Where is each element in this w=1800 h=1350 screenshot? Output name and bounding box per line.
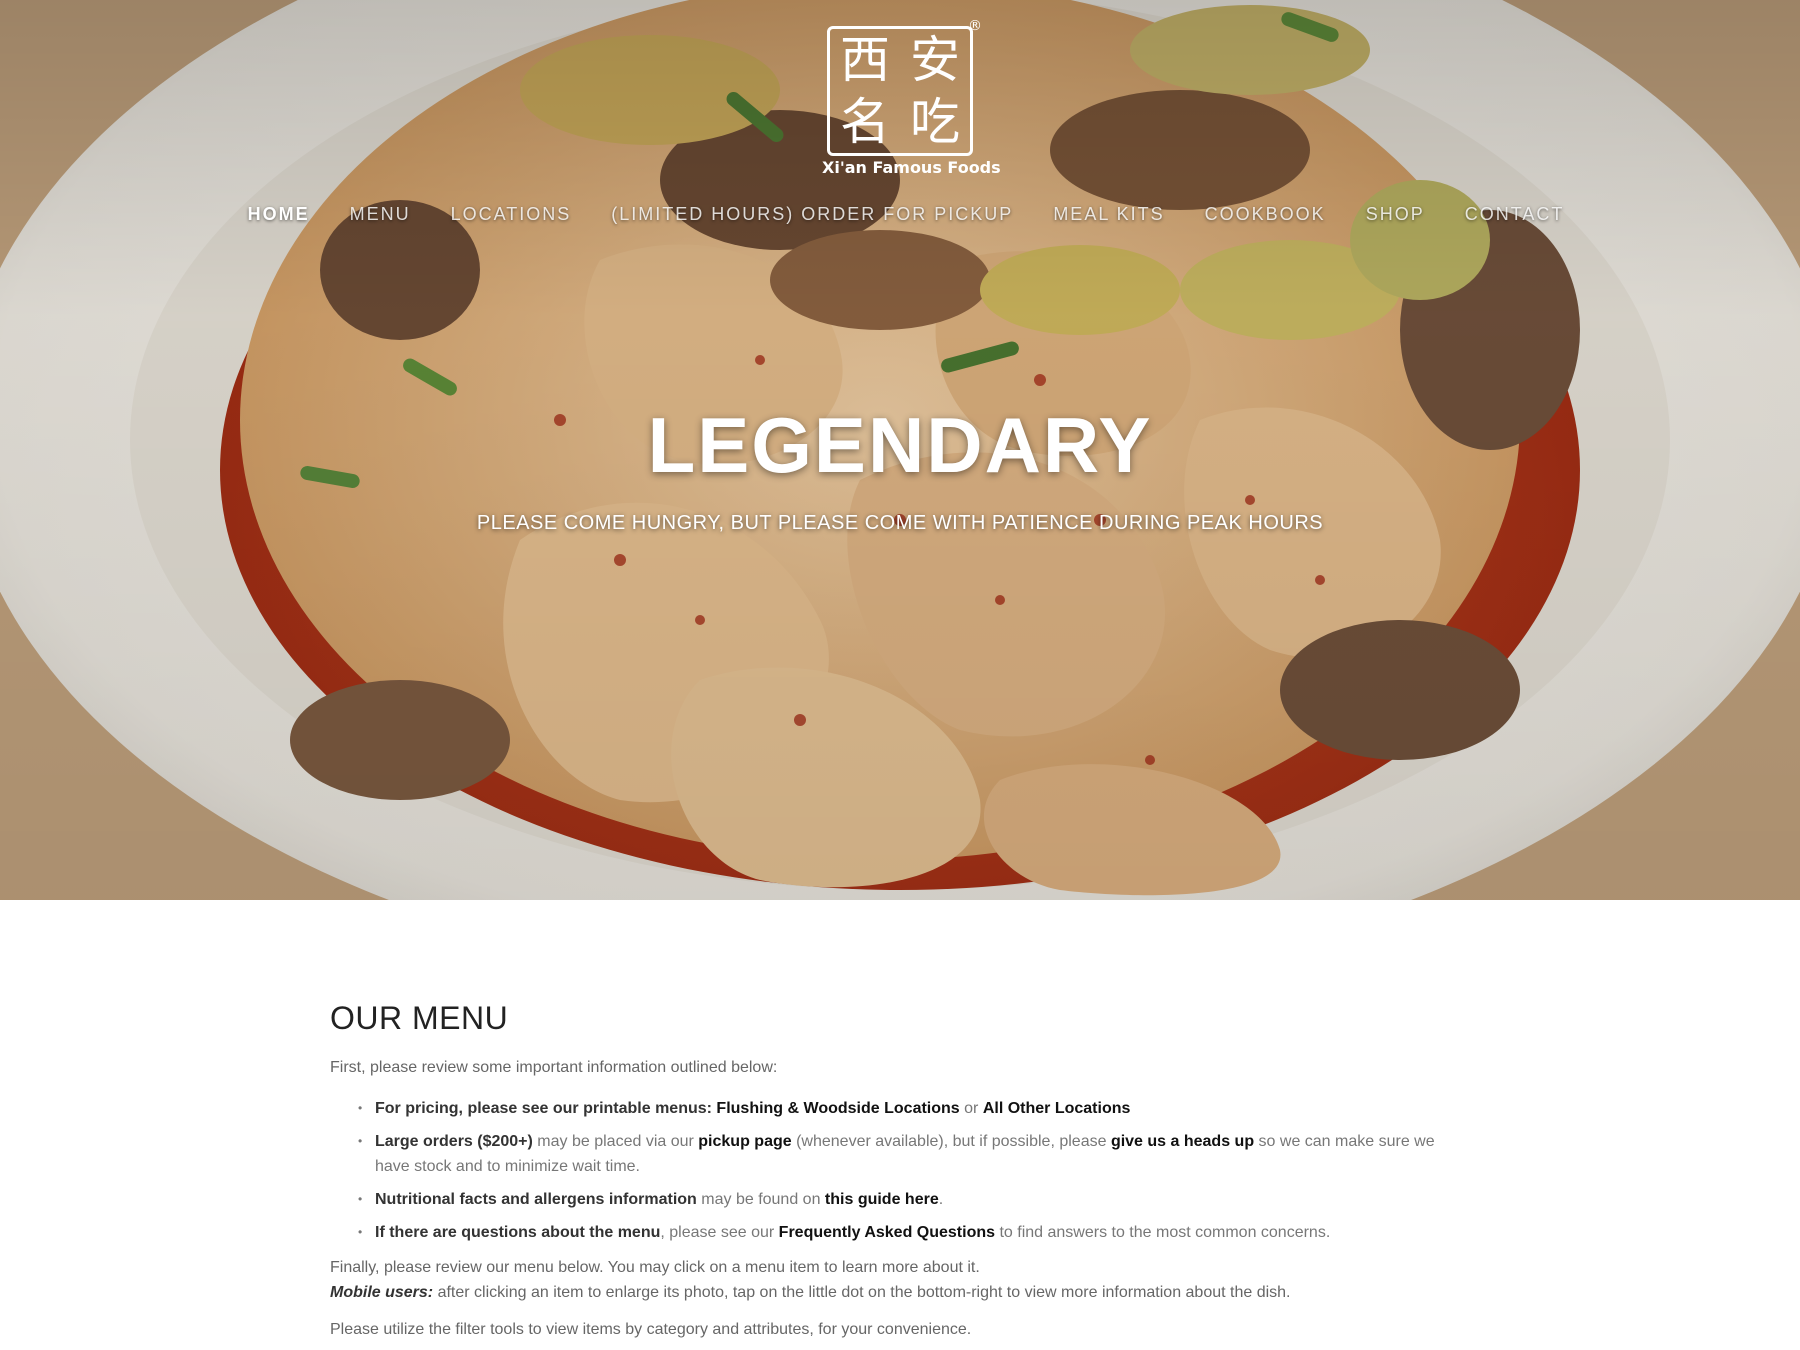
nav-cookbook[interactable]: COOKBOOK: [1205, 204, 1326, 225]
nutrition-guide-link[interactable]: this guide here: [825, 1191, 939, 1208]
logo-mark: 西 安 名 吃: [827, 26, 973, 156]
questions-label: If there are questions about the menu: [375, 1224, 661, 1241]
nav-menu[interactable]: MENU: [350, 204, 411, 225]
section-title: OUR MENU: [330, 1000, 509, 1036]
nav-order-for-pickup[interactable]: (LIMITED HOURS) ORDER FOR PICKUP: [611, 204, 1013, 225]
pickup-page-link[interactable]: pickup page: [698, 1133, 791, 1150]
list-text: , please see our: [660, 1224, 779, 1241]
list-text: to find answers to the most common conce…: [995, 1224, 1331, 1241]
site-logo[interactable]: ® 西 安 名 吃 Xi'an Famous Foods: [822, 18, 1001, 182]
list-text: .: [938, 1191, 944, 1208]
nav-locations[interactable]: LOCATIONS: [451, 204, 572, 225]
mobile-note-text: after clicking an item to enlarge its ph…: [433, 1284, 1291, 1301]
logo-char: 吃: [910, 93, 960, 151]
list-text: may be placed via our: [532, 1133, 699, 1150]
hero-subtitle: PLEASE COME HUNGRY, BUT PLEASE COME WITH…: [476, 512, 1324, 534]
nav-home[interactable]: HOME: [248, 204, 310, 225]
logo-char: 名: [840, 93, 890, 151]
list-item: If there are questions about the menu, p…: [358, 1220, 1470, 1245]
list-item: For pricing, please see our printable me…: [358, 1096, 1470, 1121]
large-orders-label: Large orders ($200+): [375, 1133, 533, 1150]
pricing-label: For pricing, please see our printable me…: [375, 1100, 717, 1117]
intro-text: First, please review some important info…: [330, 1059, 778, 1076]
nav-meal-kits[interactable]: MEAL KITS: [1053, 204, 1164, 225]
nav-contact[interactable]: CONTACT: [1465, 204, 1565, 225]
faq-link[interactable]: Frequently Asked Questions: [779, 1224, 995, 1241]
list-item: Large orders ($200+) may be placed via o…: [358, 1129, 1470, 1179]
list-text: (whenever available), but if possible, p…: [791, 1133, 1111, 1150]
registered-mark: ®: [968, 18, 982, 34]
finally-text: Finally, please review our menu below. Y…: [330, 1259, 980, 1276]
filter-note: Please utilize the filter tools to view …: [330, 1321, 972, 1338]
or-text: or: [959, 1100, 983, 1117]
main-nav: HOME MENU LOCATIONS (LIMITED HOURS) ORDE…: [0, 204, 1800, 225]
all-other-locations-menu-link[interactable]: All Other Locations: [983, 1100, 1131, 1117]
logo-wordmark: Xi'an Famous Foods: [822, 158, 1001, 177]
mobile-note: Mobile users: after clicking an item to …: [330, 1280, 1470, 1305]
heads-up-link[interactable]: give us a heads up: [1111, 1133, 1254, 1150]
hero-banner: ® 西 安 名 吃 Xi'an Famous Foods HOME MENU L…: [0, 0, 1800, 900]
logo-char: 安: [910, 31, 960, 89]
list-text: may be found on: [696, 1191, 825, 1208]
flushing-woodside-menu-link[interactable]: Flushing & Woodside Locations: [716, 1100, 959, 1117]
menu-section: OUR MENU First, please review some impor…: [330, 1000, 1470, 1342]
mobile-users-label: Mobile users:: [330, 1284, 434, 1301]
logo-char: 西: [840, 31, 890, 89]
nutrition-label: Nutritional facts and allergens informat…: [375, 1191, 697, 1208]
nav-shop[interactable]: SHOP: [1366, 204, 1425, 225]
hero-title: LEGENDARY: [647, 401, 1153, 489]
info-list: For pricing, please see our printable me…: [330, 1096, 1470, 1245]
list-item: Nutritional facts and allergens informat…: [358, 1187, 1470, 1212]
